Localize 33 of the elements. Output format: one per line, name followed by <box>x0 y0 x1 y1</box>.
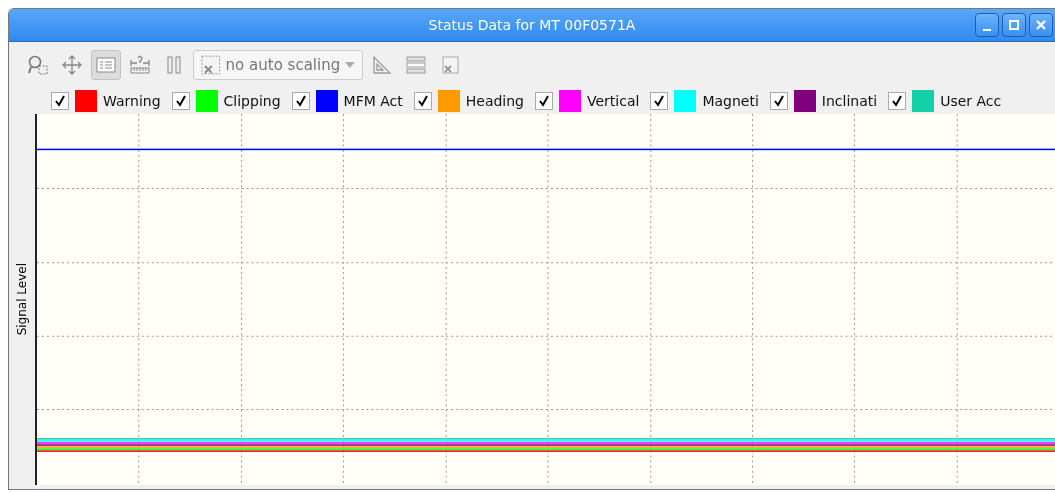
legend-label: Clipping <box>223 93 281 109</box>
ruler-icon <box>129 54 151 76</box>
maximize-icon <box>1007 18 1021 32</box>
caret-icon <box>344 61 356 69</box>
legend-label: Vertical <box>587 93 640 109</box>
checkbox[interactable] <box>51 92 69 110</box>
legend-label: User Acc <box>940 93 1002 109</box>
checkbox[interactable] <box>171 92 190 110</box>
scaling-value: no auto scaling <box>225 56 341 74</box>
legend-label: Warning <box>103 93 161 109</box>
legend-label: Inclinati <box>821 93 878 109</box>
checkbox[interactable] <box>650 92 669 110</box>
close-icon <box>1034 18 1048 32</box>
legend-label: Magneti <box>702 93 759 109</box>
span-icon <box>405 54 427 76</box>
reset-icon <box>439 54 461 76</box>
checkbox[interactable] <box>769 92 788 110</box>
checkbox[interactable] <box>413 92 432 110</box>
scaling-icon <box>200 54 222 76</box>
checkbox[interactable] <box>535 92 553 110</box>
checkbox[interactable] <box>888 92 907 110</box>
maximize-button[interactable] <box>1002 13 1026 37</box>
zoom-icon <box>27 54 49 76</box>
legend-label: Heading <box>465 93 524 109</box>
minimize-icon <box>983 29 991 31</box>
legend-label: MFM Act <box>343 93 403 109</box>
close-button[interactable] <box>1029 13 1053 37</box>
checkbox[interactable] <box>291 92 310 110</box>
minimize-button[interactable] <box>975 13 999 37</box>
axis-label: Signal Level <box>15 263 29 336</box>
move-icon <box>61 54 83 76</box>
list-icon <box>95 54 117 76</box>
window-title: Status Data for MT 00F0571A <box>428 17 636 33</box>
